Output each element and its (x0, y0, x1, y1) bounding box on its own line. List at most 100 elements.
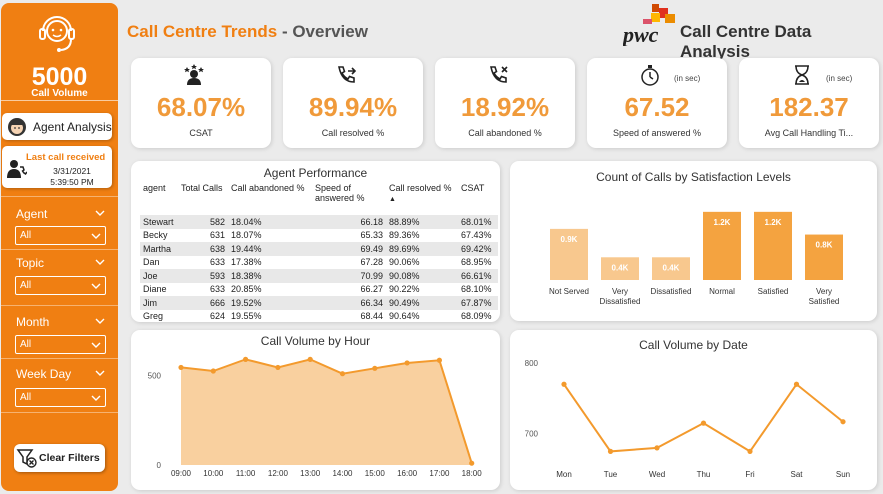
chevron-down-icon[interactable] (95, 318, 105, 324)
weekday-filter-value: All (20, 392, 32, 403)
clear-filters-label: Clear Filters (39, 452, 100, 464)
clear-filters-button[interactable]: Clear Filters (14, 444, 105, 472)
table-row[interactable]: Joe 593 18.38% 70.99 90.08% 66.61% (140, 269, 498, 283)
page-title-main: Call Centre Trends (127, 22, 278, 41)
table-cell: 68.95% (461, 257, 492, 268)
category-label: Normal (709, 287, 735, 296)
kpi-card-speed: (in sec) 67.52 Speed of answered % (587, 58, 727, 148)
category-label: Very Dissatisfied (600, 287, 641, 306)
column-header[interactable]: CSAT (458, 183, 498, 215)
x-tick-label: Sat (790, 470, 803, 479)
chevron-down-icon[interactable] (95, 210, 105, 216)
month-filter-select[interactable]: All (15, 335, 106, 354)
last-call-time: 5:39:50 PM (50, 177, 94, 187)
bar-value-label: 0.4K (612, 263, 629, 272)
page-title: Call Centre Trends - Overview (127, 22, 368, 42)
x-tick-label: 11:00 (236, 469, 256, 478)
column-header[interactable]: Speed of answered % (312, 183, 386, 215)
data-point (840, 419, 846, 425)
call-volume-label: Call Volume (31, 88, 88, 99)
table-row[interactable]: Dan 633 17.38% 67.28 90.06% 68.95% (140, 256, 498, 270)
table-cell: Becky (143, 230, 168, 241)
agent-analysis-label: Agent Analysis (33, 119, 112, 134)
table-cell: 90.49% (386, 296, 458, 310)
data-point (243, 356, 249, 362)
table-row[interactable]: Becky 631 18.07% 65.33 89.36% 67.43% (140, 229, 498, 243)
table-cell: 666 (178, 296, 228, 310)
table-cell: 68.44 (360, 311, 383, 322)
chevron-down-icon (91, 283, 101, 289)
weekday-filter-label: Week Day (16, 367, 72, 381)
kpi-label: Avg Call Handling Ti... (764, 128, 854, 138)
weekday-filter-select[interactable]: All (15, 388, 106, 407)
table-cell: 88.89% (386, 215, 458, 229)
column-header[interactable]: agent (140, 183, 178, 215)
data-point (654, 445, 660, 451)
table-cell: Jim (140, 296, 178, 310)
x-tick-label: 12:00 (268, 469, 289, 478)
table-cell: 68.10% (461, 284, 492, 295)
table-cell: Stewart (140, 215, 178, 229)
data-point (275, 364, 281, 371)
bar-value-label: 0.9K (561, 235, 578, 244)
table-row[interactable]: Martha 638 19.44% 69.49 89.69% 69.42% (140, 242, 498, 256)
clear-filter-icon (16, 449, 37, 468)
chevron-down-icon[interactable] (95, 370, 105, 376)
table-row[interactable]: Jim 666 19.52% 66.34 90.49% 67.87% (140, 296, 498, 310)
month-filter-label: Month (16, 315, 50, 329)
divider (1, 412, 118, 413)
data-point (436, 357, 442, 363)
divider (1, 249, 118, 250)
table-cell: 70.99 (312, 269, 386, 283)
table-cell: 90.06% (389, 257, 420, 268)
category-label: Satisfied (758, 287, 789, 296)
agent-performance-title: Agent Performance (263, 166, 368, 180)
kpi-unit-note: (in sec) (826, 74, 853, 83)
table-cell: 66.27 (360, 284, 383, 295)
table-cell: 18.38% (228, 269, 312, 283)
agent-filter-select[interactable]: All (15, 226, 106, 245)
stopwatch-icon (641, 65, 659, 86)
agent-performance-card: Agent Performance agent Total Calls Call… (131, 161, 500, 322)
x-tick-label: Fri (745, 470, 755, 479)
table-row[interactable]: Diane 633 20.85% 66.27 90.22% 68.10% (140, 283, 498, 297)
table-cell: 66.34 (312, 296, 386, 310)
bar-value-label: 1.2K (714, 218, 731, 227)
table-cell: 67.28 (360, 257, 383, 268)
hourglass-icon (795, 65, 809, 85)
divider (1, 305, 118, 306)
topic-filter-select[interactable]: All (15, 276, 106, 295)
column-header-sorted[interactable]: Call resolved % ▲ (386, 183, 458, 215)
agent-analysis-button[interactable]: Agent Analysis (2, 113, 112, 140)
table-row[interactable]: Greg 624 19.55% 68.44 90.64% 68.09% (140, 310, 498, 324)
x-tick-label: Thu (697, 470, 711, 479)
column-header[interactable]: Call abandoned % (228, 183, 312, 215)
column-header[interactable]: Total Calls (178, 183, 228, 215)
report-title: Call Centre Data Analysis (680, 22, 812, 61)
chevron-down-icon[interactable] (95, 259, 105, 265)
headset-icon (39, 16, 75, 52)
table-cell: 18.04% (228, 215, 312, 229)
data-point (607, 448, 614, 454)
satisfaction-bar-chart: 0.9K Not Served 0.4K Very Dissatisfied 0.4K Di… (549, 211, 843, 306)
table-cell: 66.61% (458, 269, 498, 283)
table-row[interactable]: Stewart 582 18.04% 66.18 88.89% 68.01% (140, 215, 498, 229)
data-point (210, 368, 216, 374)
date-chart-card: Call Volume by Date 700 800 Mon Tue Wed Thu Fr… (510, 330, 877, 490)
last-call-card: Last call received 3/31/2021 5:39:50 PM (2, 146, 112, 188)
bar-value-label: 0.4K (663, 263, 680, 272)
table-cell: 17.38% (231, 257, 262, 268)
table-cell: 89.36% (389, 230, 420, 241)
chevron-down-icon (91, 233, 101, 239)
kpi-label: CSAT (189, 128, 213, 138)
x-tick-label: Wed (649, 470, 665, 479)
bar-value-label: 0.8K (816, 241, 833, 250)
agent-performance-table: agent Total Calls Call abandoned % Speed… (140, 183, 498, 323)
month-filter-value: All (20, 339, 32, 350)
agent-filter-value: All (20, 230, 32, 241)
phone-missed-icon (490, 66, 508, 83)
kpi-value: 68.07% (156, 92, 246, 122)
table-cell: 19.55% (231, 311, 262, 322)
data-point (700, 420, 707, 426)
agent-avatar-icon (8, 117, 26, 136)
